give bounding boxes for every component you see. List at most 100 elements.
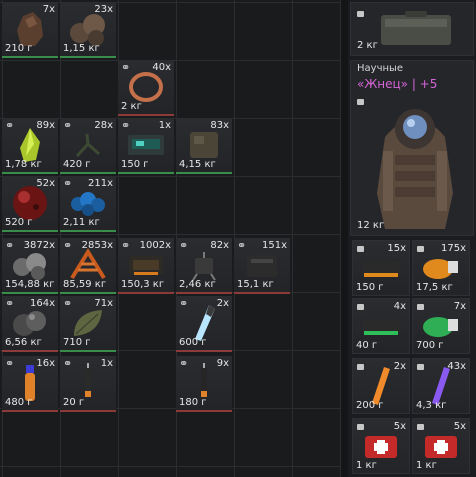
item-weight: 180 г [179,397,207,408]
inventory-item[interactable]: ⚭ 40x 2 кг [118,60,174,116]
item-count: 5x [393,421,406,432]
inventory-item[interactable]: ⚭ 16x 480 г [2,356,58,412]
inventory-item[interactable]: 83x 4,15 кг [176,118,232,174]
inventory-item[interactable]: ⚭ 3872x 154,88 кг [2,238,58,294]
armor-category: Научные [357,63,404,74]
item-count: 71x [94,298,113,309]
inventory-item[interactable]: ⚭ 151x 15,1 кг [234,238,290,294]
quick-slot[interactable]: 7x 700 г [412,298,470,354]
item-count: 5x [453,421,466,432]
lock-icon [357,99,364,105]
item-count: 28x [94,120,113,131]
item-weight: 1 кг [356,460,377,471]
item-count: 23x [94,4,113,15]
link-icon: ⚭ [179,297,189,310]
device-icon [128,135,164,155]
item-weight: 85,59 кг [63,279,107,290]
item-weight: 480 г [5,397,33,408]
orange-device-icon [362,261,400,277]
item-weight: 40 г [356,340,378,351]
item-weight: 200 г [356,400,384,411]
case-slot[interactable]: 2 кг [350,2,474,56]
green-canister-icon [423,317,458,337]
item-count: 2853x [81,240,113,251]
ore-icon [70,14,105,46]
link-icon: ⚭ [5,357,15,370]
item-weight: 150,3 кг [121,279,165,290]
item-count: 7x [453,301,466,312]
item-count: 2x [216,298,229,309]
inventory-item[interactable]: 52x 520 г [2,176,58,232]
quick-slot[interactable]: 5x 1 кг [412,418,470,474]
suit-icon [377,109,453,229]
armor-name: «Жнец» | +5 [357,77,438,91]
inventory-item[interactable]: ⚭ 1x 150 г [118,118,174,174]
item-count: 211x [87,178,113,189]
item-count: 82x [210,240,229,251]
item-count: 83x [210,120,229,131]
item-count: 89x [36,120,55,131]
armor-weight: 12 кг [357,220,385,231]
lock-icon [417,364,424,370]
inventory-item[interactable]: ⚭ 82x 2,46 кг [176,238,232,294]
item-weight: 2 кг [121,101,142,112]
item-count: 1x [100,358,113,369]
quick-slot[interactable]: 43x 4,3 кг [412,358,470,414]
item-weight: 15,1 кг [237,279,274,290]
item-weight: 4,15 кг [179,159,216,170]
item-weight: 6,56 кг [5,337,42,348]
inventory-item[interactable]: ⚭ 89x 1,78 кг [2,118,58,174]
inventory-item[interactable]: ⚭ 1x 20 г [60,356,116,412]
link-icon: ⚭ [121,119,131,132]
stones-icon [13,253,46,280]
inventory-item[interactable]: ⚭ 71x 710 г [60,296,116,352]
inventory-item[interactable]: ⚭ 1002x 150,3 кг [118,238,174,294]
quick-slot[interactable]: 4x 40 г [352,298,410,354]
inventory-item[interactable]: ⚭ 2853x 85,59 кг [60,238,116,294]
item-weight: 520 г [5,217,33,228]
quick-slot[interactable]: 15x 150 г [352,240,410,296]
item-count: 2x [393,361,406,372]
inventory-item[interactable]: ⚭ 211x 2,11 кг [60,176,116,232]
inventory-item[interactable]: ⚭ 28x 420 г [60,118,116,174]
item-weight: 2,11 кг [63,217,100,228]
red-kit-icon [425,436,457,458]
armor-slot[interactable]: Научные «Жнец» | +5 12 кг [350,60,474,236]
link-icon: ⚭ [121,239,131,252]
item-weight: 154,88 кг [5,279,55,290]
item-weight: 20 г [63,397,85,408]
item-weight: 17,5 кг [416,282,453,293]
orange-canister-icon [423,259,458,279]
blue-moss-icon [71,192,105,216]
inventory-item[interactable]: ⚭ 9x 180 г [176,356,232,412]
link-icon: ⚭ [5,119,15,132]
item-weight: 600 г [179,337,207,348]
item-count: 3872x [23,240,55,251]
item-count: 52x [36,178,55,189]
ring-icon [129,72,163,102]
chip-icon [129,256,163,275]
quick-slot[interactable]: 175x 17,5 кг [412,240,470,296]
item-count: 15x [387,243,406,254]
box-icon [247,255,277,277]
link-icon: ⚭ [63,119,73,132]
item-count: 1x [158,120,171,131]
quick-slot[interactable]: 5x 1 кг [352,418,410,474]
inventory-item[interactable]: 23x 1,15 кг [60,2,116,58]
item-weight: 150 г [121,159,149,170]
link-icon: ⚭ [63,357,73,370]
inventory-item[interactable]: ⚭ 2x 600 г [176,296,232,352]
inventory-item[interactable]: ⚭ 164x 6,56 кг [2,296,58,352]
inventory-item[interactable]: 7x 210 г [2,2,58,58]
leaf-icon [74,310,102,336]
green-device-icon [362,319,400,335]
equipment-column: 2 кг Научные «Жнец» | +5 12 кг 15x 150 г… [348,0,476,477]
case-icon [381,11,451,45]
item-weight: 1,78 кг [5,159,42,170]
block-icon [190,132,218,158]
trap-icon [192,252,216,281]
item-count: 4x [393,301,406,312]
red-kit-icon [365,436,397,458]
quick-slot[interactable]: 2x 200 г [352,358,410,414]
item-count: 151x [261,240,287,251]
